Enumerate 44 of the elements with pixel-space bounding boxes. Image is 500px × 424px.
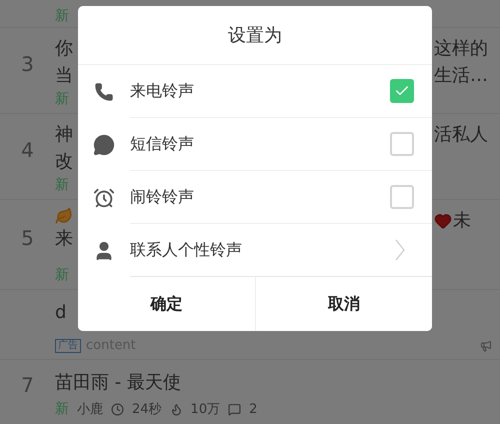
option-label[interactable]: 闹铃铃声 xyxy=(130,171,194,223)
heart-icon xyxy=(434,212,452,230)
chevron-icon xyxy=(395,239,405,261)
song-title: 你 xyxy=(55,37,73,61)
new-tag: 新 xyxy=(55,400,69,418)
song-title: 活私人 xyxy=(434,123,488,147)
song-title: 生活… xyxy=(434,64,488,88)
rank-number: 4 xyxy=(21,138,34,164)
option-label[interactable]: 联系人个性铃声 xyxy=(130,224,242,276)
clock-icon xyxy=(111,402,124,416)
song-title: 改 xyxy=(55,150,73,174)
checkbox[interactable] xyxy=(390,132,414,156)
new-tag: 新 xyxy=(55,266,69,284)
option-label[interactable]: 来电铃声 xyxy=(130,65,194,117)
rank-number: 3 xyxy=(21,52,34,78)
chat-icon xyxy=(93,134,115,156)
duration: 24秒 xyxy=(132,401,162,418)
song-title: 苗田雨 - 最天使 xyxy=(55,371,181,394)
checkbox[interactable] xyxy=(390,185,414,209)
song-title: 当 xyxy=(55,64,73,88)
ad-title: d xyxy=(55,302,66,323)
cancel-button[interactable]: 取消 xyxy=(255,277,432,331)
phone-icon xyxy=(94,82,114,102)
comment-icon xyxy=(228,402,242,416)
song-title: 未 xyxy=(453,209,471,233)
comment-count: 2 xyxy=(249,402,258,416)
option-label[interactable]: 短信铃声 xyxy=(130,118,194,170)
alarm-clock-icon xyxy=(93,186,115,208)
song-title: 来 xyxy=(55,227,73,251)
rank-number: 5 xyxy=(21,226,34,252)
song-title: 神 xyxy=(55,123,73,147)
checkbox[interactable] xyxy=(390,79,414,103)
author-name: 小鹿 xyxy=(77,401,103,418)
song-title: 这样的 xyxy=(434,37,488,61)
ad-tag: 广告 xyxy=(55,338,81,352)
new-tag: 新 xyxy=(55,176,69,194)
leaf-icon xyxy=(55,207,73,225)
new-tag: 新 xyxy=(55,90,69,108)
dialog-title: 设置为 xyxy=(78,6,432,65)
play-count: 10万 xyxy=(190,401,220,418)
new-tag: 新 xyxy=(55,7,69,25)
ad-icon xyxy=(480,340,492,352)
rank-number: 7 xyxy=(21,373,34,399)
flame-icon xyxy=(170,402,183,416)
